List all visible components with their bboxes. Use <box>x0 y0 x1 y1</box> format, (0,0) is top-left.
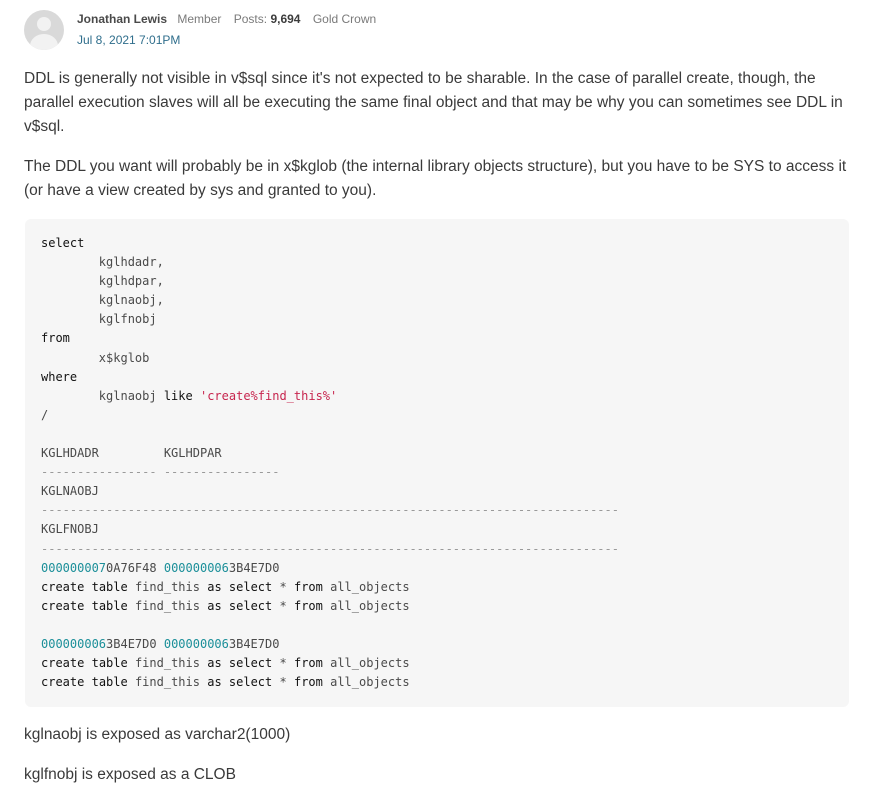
code-line: kglnaobj, <box>41 293 164 308</box>
code-keyword: from <box>41 331 70 346</box>
code-line: kglfnobj <box>41 312 157 327</box>
author-meta: Jonathan Lewis Member Posts: 9,694 Gold … <box>77 12 376 26</box>
result-separator: ----------------------------------------… <box>41 541 619 556</box>
post-paragraph-2: The DDL you want will probably be in x$k… <box>24 158 847 199</box>
result-header: KGLHDADR KGLHDPAR <box>41 446 222 461</box>
post-header: Jonathan Lewis Member Posts: 9,694 Gold … <box>24 10 844 52</box>
author-name[interactable]: Jonathan Lewis <box>77 12 167 26</box>
code-line: x$kglob <box>41 350 150 365</box>
code-line: kglhdpar, <box>41 274 164 289</box>
result-separator: ----------------------------------------… <box>41 503 619 518</box>
code-string: 'create%find_this%' <box>199 388 338 403</box>
code-keyword: where <box>41 369 78 384</box>
code-line: / <box>41 407 49 422</box>
author-badge[interactable]: Gold Crown <box>313 12 376 26</box>
post-date-link[interactable]: Jul 8, 2021 7:01PM <box>77 33 180 47</box>
result-header: KGLFNOBJ <box>41 522 99 537</box>
code-keyword: select <box>41 236 85 250</box>
result-header: KGLNAOBJ <box>41 484 99 499</box>
posts-label: Posts: <box>233 12 268 26</box>
code-keyword: like <box>163 388 193 403</box>
post-paragraph-1: DDL is generally not visible in v$sql si… <box>24 70 843 135</box>
author-role: Member <box>177 12 222 26</box>
code-line: kglnaobj <box>41 388 164 403</box>
result-separator: ---------------- ---------------- <box>41 465 280 480</box>
code-line: kglhdadr, <box>41 255 164 270</box>
avatar-placeholder-icon <box>37 17 51 31</box>
code-content: select kglhdadr, kglhdpar, kglnaobj, kgl… <box>41 236 619 690</box>
code-block[interactable]: select kglhdadr, kglhdpar, kglnaobj, kgl… <box>25 219 849 707</box>
post-paragraph-3: kglnaobj is exposed as varchar2(1000) <box>24 726 291 743</box>
avatar[interactable] <box>24 10 64 50</box>
posts-count: 9,694 <box>270 12 301 26</box>
post-paragraph-4: kglfnobj is exposed as a CLOB <box>24 766 236 783</box>
